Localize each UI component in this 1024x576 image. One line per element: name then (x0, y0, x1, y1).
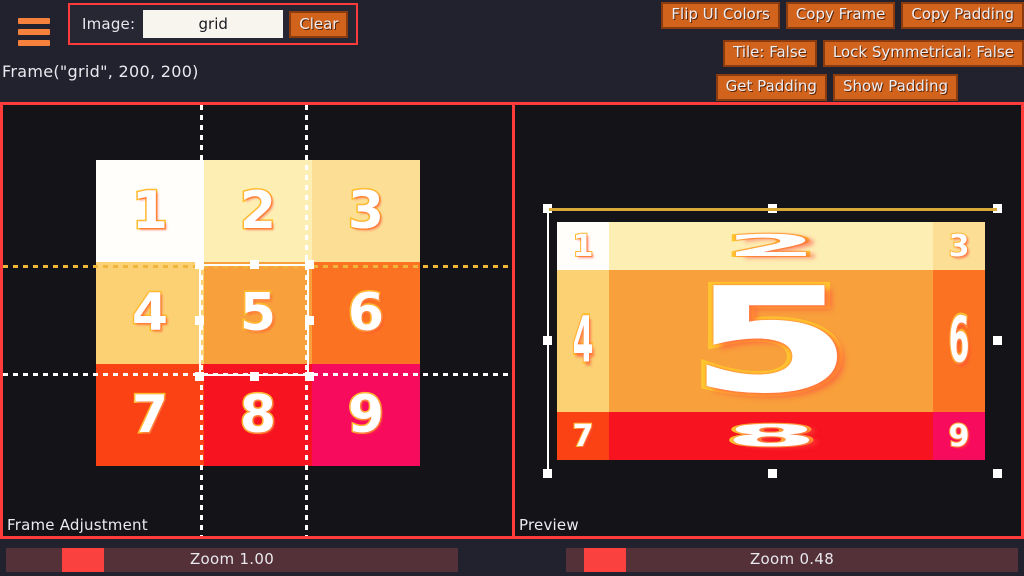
image-input[interactable] (143, 10, 284, 38)
preview-selection-rect[interactable] (547, 208, 997, 474)
lock-symmetrical-toggle-button[interactable]: Lock Symmetrical: False (822, 40, 1024, 68)
handle-bottom-right[interactable] (305, 372, 314, 381)
zoom-slider-preview-label: Zoom 0.48 (749, 550, 835, 568)
copy-padding-button[interactable]: Copy Padding (901, 2, 1024, 30)
zoom-slider-frame[interactable]: Zoom 1.00 (6, 548, 458, 572)
button-row-3: Get Padding Show Padding (715, 74, 958, 102)
grid-cell-4[interactable]: 4 (96, 262, 204, 364)
grid-cell-1[interactable]: 1 (96, 160, 204, 262)
grid-cell-3[interactable]: 3 (312, 160, 420, 262)
handle-bottom-left[interactable] (195, 372, 204, 381)
copy-frame-button[interactable]: Copy Frame (785, 2, 896, 30)
handle-middle-left[interactable] (195, 316, 204, 325)
grid-cell-6[interactable]: 6 (312, 262, 420, 364)
cell-digit: 1 (130, 180, 169, 243)
cell-digit: 6 (346, 282, 385, 345)
grid-cell-7[interactable]: 7 (96, 364, 204, 466)
frame-selection-rect[interactable] (199, 264, 309, 376)
image-field-group: Image: Clear (68, 3, 358, 45)
button-row-1: Flip UI Colors Copy Frame Copy Padding (661, 2, 1024, 30)
tile-toggle-button[interactable]: Tile: False (723, 40, 817, 68)
get-padding-button[interactable]: Get Padding (715, 74, 827, 102)
button-row-2: Tile: False Lock Symmetrical: False (723, 40, 1024, 68)
cell-digit: 8 (238, 384, 277, 447)
image-label: Image: (82, 15, 136, 33)
frame-panel-caption: Frame Adjustment (7, 516, 148, 534)
hamburger-bar (18, 29, 50, 35)
handle-top-left[interactable] (195, 260, 204, 269)
selection-edge-right (547, 208, 549, 474)
hamburger-menu-icon[interactable] (18, 18, 50, 46)
handle-top-right[interactable] (305, 260, 314, 269)
flip-ui-colors-button[interactable]: Flip UI Colors (661, 2, 780, 30)
cell-digit: 9 (346, 384, 385, 447)
clear-button[interactable]: Clear (289, 10, 349, 38)
handle-bottom-center[interactable] (250, 372, 259, 381)
preview-panel-caption: Preview (519, 516, 579, 534)
hamburger-bar (18, 18, 50, 24)
grid-cell-2[interactable]: 2 (204, 160, 312, 262)
cell-digit: 7 (130, 384, 169, 447)
handle-top-center[interactable] (250, 260, 259, 269)
handle-middle-right[interactable] (305, 316, 314, 325)
frame-adjustment-panel[interactable]: 1 2 3 4 5 6 7 8 9 Frame Adjustment (0, 102, 516, 539)
show-padding-button[interactable]: Show Padding (832, 74, 958, 102)
cell-digit: 4 (130, 282, 169, 345)
zoom-slider-preview[interactable]: Zoom 0.48 (566, 548, 1018, 572)
grid-cell-9[interactable]: 9 (312, 364, 420, 466)
cell-digit: 2 (238, 180, 277, 243)
preview-panel[interactable]: 1 2 3 4 5 6 7 8 9 Preview (512, 102, 1024, 539)
zoom-slider-frame-label: Zoom 1.00 (189, 550, 275, 568)
frame-info-text: Frame("grid", 200, 200) (2, 62, 199, 81)
cell-digit: 3 (346, 180, 385, 243)
hamburger-bar (18, 40, 50, 46)
app-window: Image: Clear Frame("grid", 200, 200) Fli… (0, 0, 1024, 576)
selection-edge-bottom (547, 208, 997, 211)
